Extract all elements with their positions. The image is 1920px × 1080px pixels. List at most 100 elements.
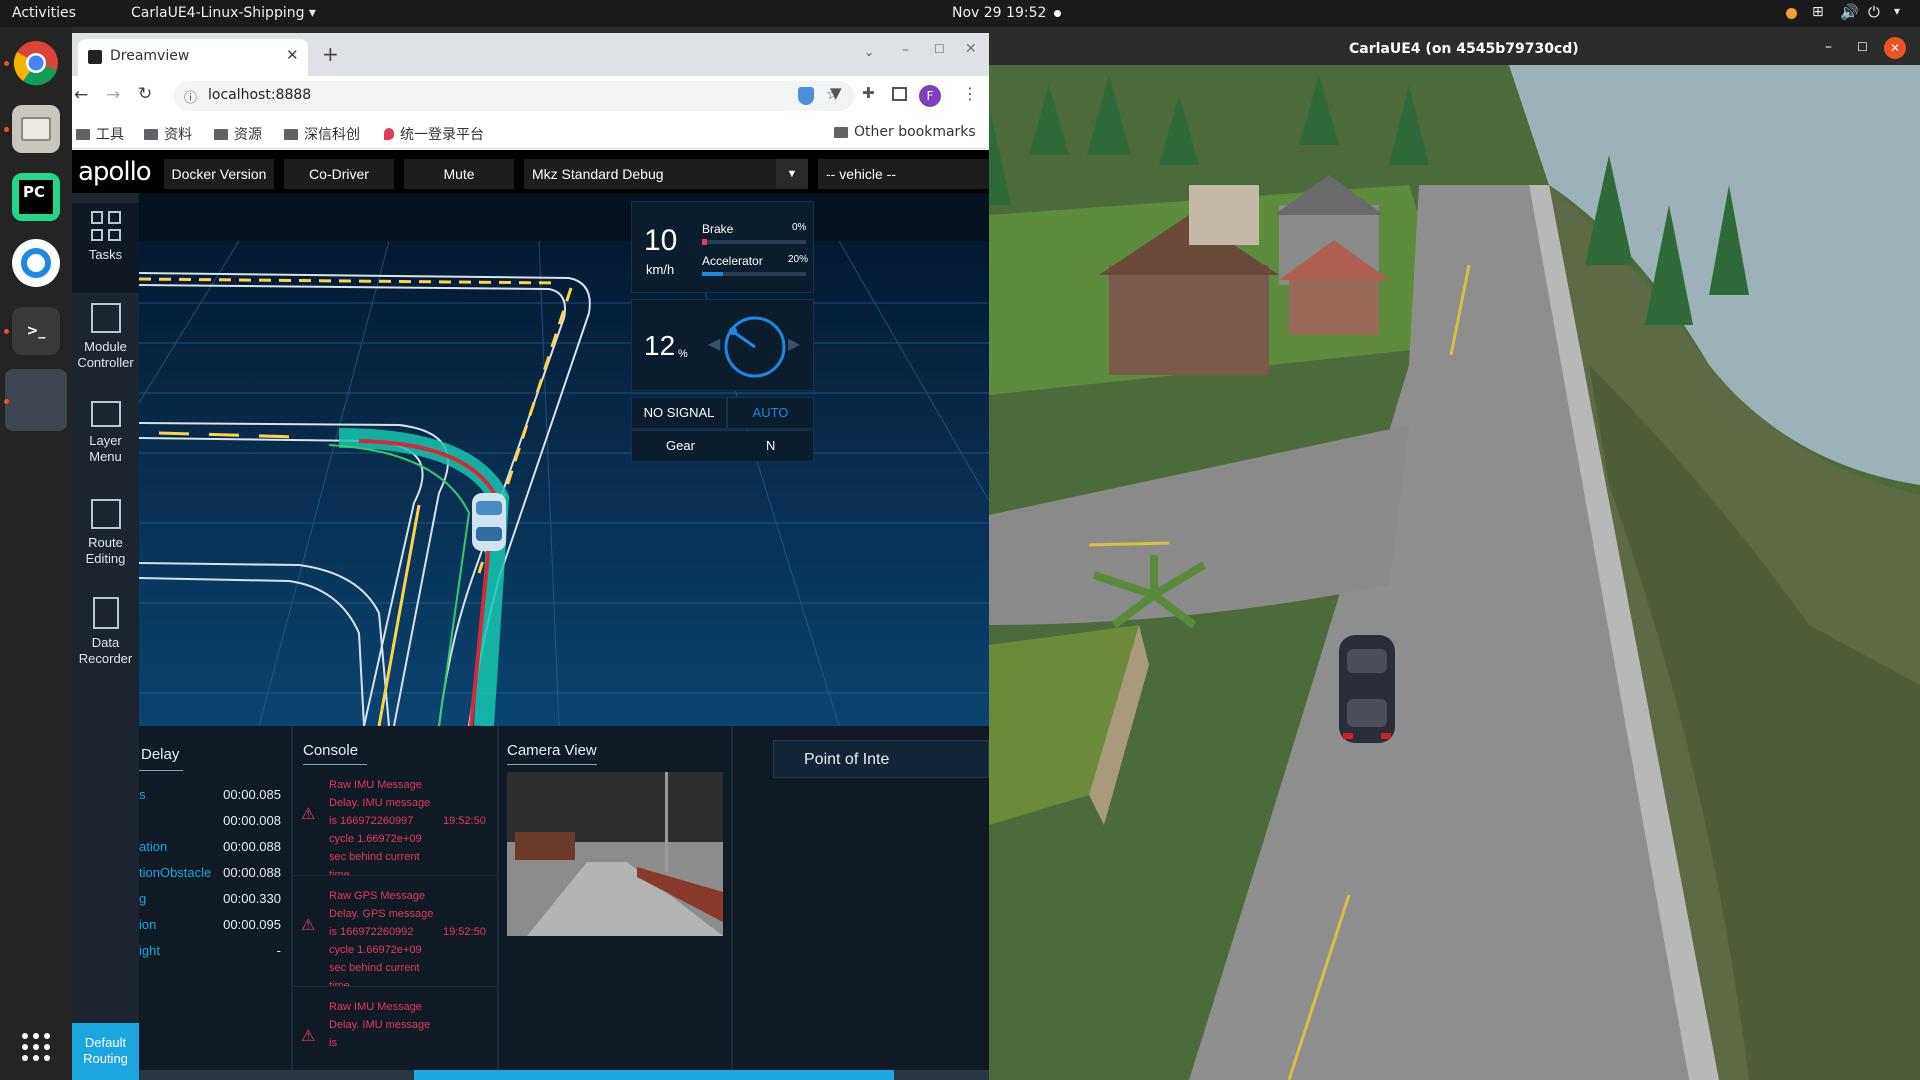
address-bar[interactable]: ⓘ localhost:8888 ⇪ ☆ <box>174 81 854 111</box>
extension-v-icon[interactable]: ▼ <box>830 84 842 102</box>
profile-avatar[interactable]: F <box>919 85 941 107</box>
speed-value: 10 <box>644 224 678 257</box>
bookmark-item[interactable]: 深信科创 <box>284 124 360 144</box>
delay-value: 00:00.330 <box>223 891 281 906</box>
system-menu-chevron-icon[interactable]: ▾ <box>1894 4 1900 18</box>
network-icon[interactable]: ⊞ <box>1812 4 1824 20</box>
carla-3d-viewport[interactable] <box>989 65 1920 1080</box>
running-indicator <box>4 61 9 66</box>
reload-icon[interactable]: ↻ <box>138 84 152 104</box>
close-window-icon[interactable]: ✕ <box>965 41 977 57</box>
docker-version-button[interactable]: Docker Version <box>164 159 274 189</box>
co-driver-button[interactable]: Co-Driver <box>284 159 394 189</box>
tab-close-icon[interactable]: ✕ <box>286 46 299 64</box>
other-bookmarks[interactable]: Other bookmarks <box>834 124 976 140</box>
tab-strip: Dreamview ✕ + ⌄ – ☐ ✕ <box>72 33 989 76</box>
console-message: ⚠ Raw IMU Message Delay. IMU message is 1… <box>293 776 497 876</box>
warning-icon: ⚠ <box>301 917 316 934</box>
running-indicator <box>4 329 9 334</box>
console-title: Console <box>303 742 359 759</box>
bookmark-item[interactable]: 统一登录平台 <box>384 124 484 144</box>
chevron-down-icon[interactable]: ▼ <box>776 159 808 189</box>
console-message-time: 19:52:50 <box>443 815 486 827</box>
sidebar-item-layer-menu[interactable]: Layer Menu <box>72 401 139 465</box>
pin-icon <box>384 128 394 140</box>
speed-unit: km/h <box>646 262 675 277</box>
horizontal-scrollbar[interactable] <box>139 1070 989 1080</box>
camera-view-panel: Camera View <box>499 726 731 1080</box>
favicon-icon <box>88 50 102 64</box>
bookmark-item[interactable]: 资源 <box>214 124 262 144</box>
carla-app-icon[interactable] <box>5 369 67 431</box>
running-indicator <box>4 399 9 404</box>
new-tab-icon[interactable]: + <box>322 42 339 66</box>
maximize-icon[interactable]: ☐ <box>1857 40 1868 54</box>
delay-module-name: ation <box>139 839 168 854</box>
vehicle-select[interactable]: -- vehicle -- <box>818 159 989 189</box>
browser-window: Dreamview ✕ + ⌄ – ☐ ✕ ← → ↻ ⓘ localhost:… <box>72 33 989 1080</box>
update-indicator-icon[interactable] <box>1786 8 1797 19</box>
bookmark-item[interactable]: 资料 <box>144 124 192 144</box>
scene-canvas <box>139 193 989 726</box>
sidebar-item-tasks[interactable]: Tasks <box>72 203 139 293</box>
app-menu[interactable]: CarlaUE4-Linux-Shipping ▾ <box>131 5 316 21</box>
qq-browser-icon[interactable] <box>12 239 60 287</box>
delay-value: 00:00.095 <box>223 917 281 932</box>
extension-shield-icon[interactable] <box>798 87 814 105</box>
files-icon[interactable] <box>12 105 60 153</box>
menu-kebab-icon[interactable]: ⋮ <box>962 84 978 103</box>
folder-icon <box>76 128 90 140</box>
side-panel-icon[interactable] <box>892 87 907 101</box>
accelerator-label: Accelerator <box>702 254 763 268</box>
notification-dot-icon <box>1054 10 1061 17</box>
dock: PC >_ <box>0 27 72 1080</box>
running-indicator <box>4 127 9 132</box>
sidebar-item-route-editing[interactable]: Route Editing <box>72 499 139 567</box>
pycharm-icon[interactable]: PC <box>12 173 60 221</box>
clock[interactable]: Nov 29 19:52 <box>952 5 1046 21</box>
delay-module-name: g <box>139 891 147 906</box>
steering-panel: 12 % ◀ ▶ <box>631 299 814 391</box>
close-window-icon[interactable]: ✕ <box>1884 37 1906 59</box>
delay-value: 00:00.085 <box>223 787 281 802</box>
volume-icon[interactable]: 🔊 <box>1840 3 1859 21</box>
activities-button[interactable]: Activities <box>12 5 76 21</box>
accelerator-bar <box>702 272 806 276</box>
power-icon[interactable]: ⏻ <box>1868 3 1880 21</box>
tab-title: Dreamview <box>110 48 190 64</box>
chrome-icon[interactable] <box>12 39 60 87</box>
delay-row: g 00:00.330 <box>139 891 291 911</box>
tab-dreamview[interactable]: Dreamview ✕ <box>78 39 308 76</box>
simulation-scene-view[interactable]: 10 km/h Brake 0% Accelerator 20% 12 % ◀ … <box>139 193 989 726</box>
signal-status: NO SIGNAL <box>631 397 727 429</box>
mute-button[interactable]: Mute <box>404 159 514 189</box>
turn-left-icon: ◀ <box>708 336 721 353</box>
forward-icon[interactable]: → <box>106 85 120 105</box>
folder-icon <box>214 128 228 140</box>
console-message-text: Raw IMU Message Delay. IMU message is <box>329 1001 431 1049</box>
scrollbar-thumb[interactable] <box>414 1070 894 1080</box>
back-icon[interactable]: ← <box>74 85 88 105</box>
show-applications-icon[interactable] <box>20 1031 52 1063</box>
camera-view-title: Camera View <box>507 742 597 759</box>
console-message: ⚠ Raw IMU Message Delay. IMU message is <box>293 998 497 1080</box>
minimize-icon[interactable]: – <box>1825 39 1832 55</box>
minimize-icon[interactable]: – <box>902 42 909 58</box>
extensions-puzzle-icon[interactable]: ✚ <box>862 84 875 102</box>
bookmark-item[interactable]: 工具 <box>76 124 124 144</box>
site-info-icon[interactable]: ⓘ <box>184 87 197 106</box>
sidebar-item-module-controller[interactable]: Module Controller <box>72 303 139 371</box>
poi-panel[interactable]: Point of Inte <box>773 740 989 778</box>
tab-search-chevron-icon[interactable]: ⌄ <box>864 45 874 59</box>
console-message-text: Raw IMU Message Delay. IMU message is 16… <box>329 779 431 876</box>
delay-module-name: tionObstacle <box>139 865 212 880</box>
delay-row: ation 00:00.088 <box>139 839 291 859</box>
terminal-icon[interactable]: >_ <box>12 307 60 355</box>
delay-value: 00:00.088 <box>223 839 281 854</box>
speed-panel: 10 km/h Brake 0% Accelerator 20% <box>631 201 814 293</box>
maximize-icon[interactable]: ☐ <box>934 42 945 56</box>
default-routing-button[interactable]: Default Routing <box>72 1023 139 1080</box>
dreamview-sidebar: Tasks Module Controller Layer Menu Route… <box>72 193 139 1080</box>
sidebar-item-data-recorder[interactable]: Data Recorder <box>72 597 139 667</box>
mode-select[interactable]: Mkz Standard Debug ▼ <box>524 159 808 189</box>
